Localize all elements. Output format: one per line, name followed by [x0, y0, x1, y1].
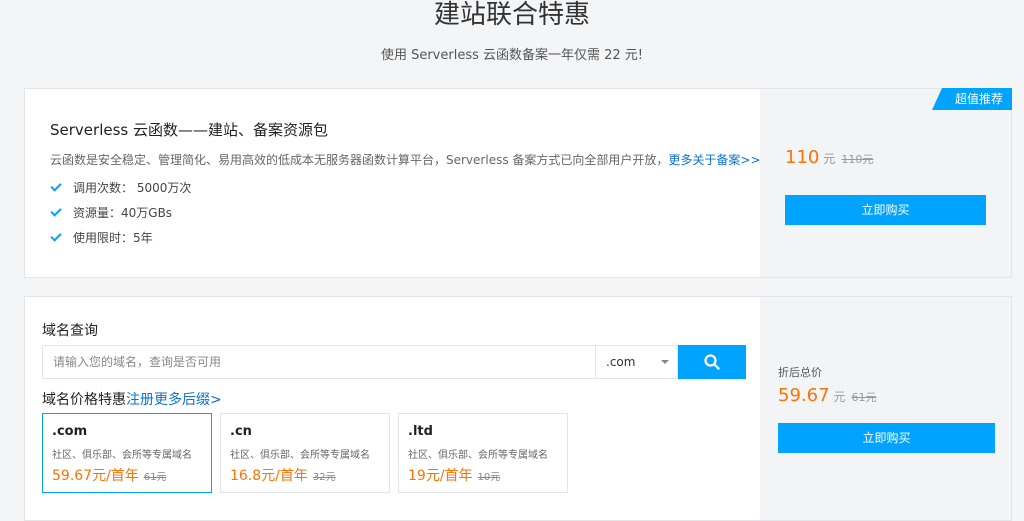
domain-price: 59.67元/首年 61元	[52, 465, 167, 485]
feature-label: 调用次数： 5000万次	[73, 181, 192, 195]
check-icon	[50, 230, 62, 242]
page-subtitle: 使用 Serverless 云函数备案一年仅需 22 元!	[380, 48, 644, 63]
domain-option-card[interactable]: .cn 社区、俱乐部、会所等专属域名 16.8元/首年 32元	[220, 413, 390, 493]
package-price: 110 元 110元	[785, 147, 873, 168]
feature-item: 调用次数： 5000万次	[50, 179, 192, 196]
domain-total-price: 59.67 元 61元	[778, 385, 877, 406]
search-button[interactable]	[678, 345, 746, 379]
check-icon	[50, 180, 62, 192]
package-desc-text: 云函数是安全稳定、管理简化、易用高效的低成本无服务器函数计算平台，Serverl…	[50, 153, 669, 167]
original-price: 61元	[851, 391, 877, 404]
domain-ext: .ltd	[408, 424, 433, 439]
domain-search-box: .com	[42, 345, 678, 379]
domain-option-card[interactable]: .ltd 社区、俱乐部、会所等专属域名 19元/首年 10元	[398, 413, 568, 493]
feature-label: 使用限时：5年	[73, 231, 153, 245]
price-value: 110	[785, 147, 820, 168]
package-title: Serverless 云函数——建站、备案资源包	[50, 121, 328, 139]
feature-item: 资源量：40万GBs	[50, 204, 173, 221]
price-value: 59.67	[778, 385, 830, 406]
domain-desc: 社区、俱乐部、会所等专属域名	[408, 450, 548, 461]
package-price-panel: 超值推荐 110 元 110元 立即购买	[760, 88, 1012, 277]
suffix-value: .com	[606, 355, 636, 369]
more-about-filing-link[interactable]: 更多关于备案>>	[668, 153, 760, 167]
package-description: 云函数是安全稳定、管理简化、易用高效的低成本无服务器函数计算平台，Serverl…	[50, 151, 761, 168]
domain-price-panel: 折后总价 59.67 元 61元 立即购买	[760, 297, 1011, 520]
package-buy-button[interactable]: 立即购买	[785, 195, 986, 225]
price-unit: 元	[823, 152, 836, 166]
domain-price-value: 19元/首年	[408, 468, 473, 484]
domain-buy-button[interactable]: 立即购买	[778, 423, 995, 453]
serverless-package-card: Serverless 云函数——建站、备案资源包 云函数是安全稳定、管理简化、易…	[24, 88, 1012, 278]
domain-ext: .cn	[230, 424, 252, 439]
domain-search-input[interactable]	[43, 346, 595, 378]
check-icon	[50, 205, 62, 217]
recommend-badge: 超值推荐	[932, 88, 1012, 110]
search-icon	[704, 354, 720, 370]
domain-promo-heading: 域名价格特惠注册更多后缀>	[42, 389, 222, 409]
domain-price: 19元/首年 10元	[408, 465, 500, 485]
domain-price-value: 59.67元/首年	[52, 468, 139, 484]
total-price-label: 折后总价	[778, 366, 822, 379]
domain-desc: 社区、俱乐部、会所等专属域名	[52, 450, 192, 461]
domain-search-card: 域名查询 .com 域名价格特惠注册更多后缀> .com 社区、俱乐部、会所等专…	[24, 296, 1012, 521]
page-title: 建站联合特惠	[433, 0, 590, 30]
domain-original-price: 10元	[477, 472, 501, 483]
register-more-suffix-link[interactable]: 注册更多后缀>	[126, 392, 222, 408]
domain-option-card[interactable]: .com 社区、俱乐部、会所等专属域名 59.67元/首年 61元	[42, 413, 212, 493]
domain-original-price: 32元	[312, 472, 336, 483]
domain-desc: 社区、俱乐部、会所等专属域名	[230, 450, 370, 461]
feature-item: 使用限时：5年	[50, 229, 153, 246]
feature-label: 资源量：40万GBs	[73, 206, 173, 220]
chevron-down-icon	[661, 360, 669, 364]
price-unit: 元	[833, 390, 846, 404]
domain-search-heading: 域名查询	[42, 323, 98, 339]
original-price: 110元	[841, 153, 874, 166]
domain-ext: .com	[52, 424, 88, 439]
domain-original-price: 61元	[143, 472, 167, 483]
domain-suffix-select[interactable]: .com	[595, 346, 679, 378]
domain-price-value: 16.8元/首年	[230, 468, 308, 484]
promo-heading-text: 域名价格特惠	[42, 392, 126, 408]
domain-price: 16.8元/首年 32元	[230, 465, 336, 485]
